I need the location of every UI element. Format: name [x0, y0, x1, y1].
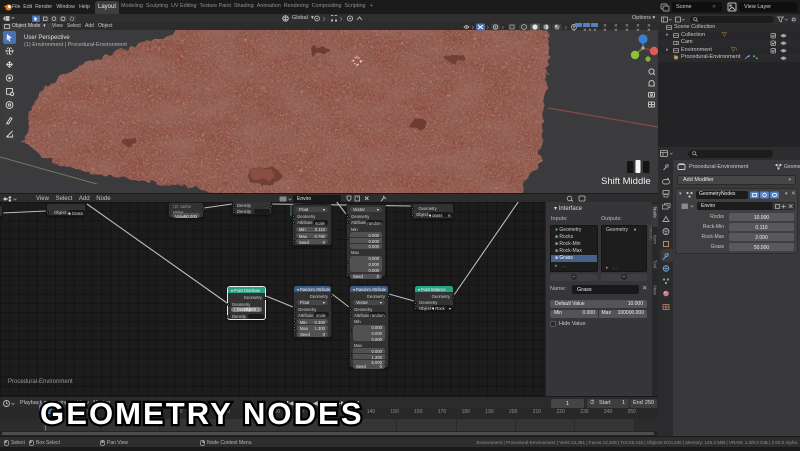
svg-text:✕: ✕: [583, 27, 587, 31]
svg-text:✕: ✕: [647, 27, 651, 31]
svg-text:GEOMETRY NODES: GEOMETRY NODES: [40, 396, 362, 431]
svg-text:✕: ✕: [603, 27, 607, 31]
svg-text:✕: ✕: [588, 27, 592, 31]
svg-text:✕: ✕: [636, 27, 640, 31]
svg-text:✕: ✕: [614, 27, 618, 31]
svg-text:✕: ✕: [593, 27, 597, 31]
svg-text:✕: ✕: [625, 27, 629, 31]
svg-text:✕: ✕: [572, 27, 576, 31]
